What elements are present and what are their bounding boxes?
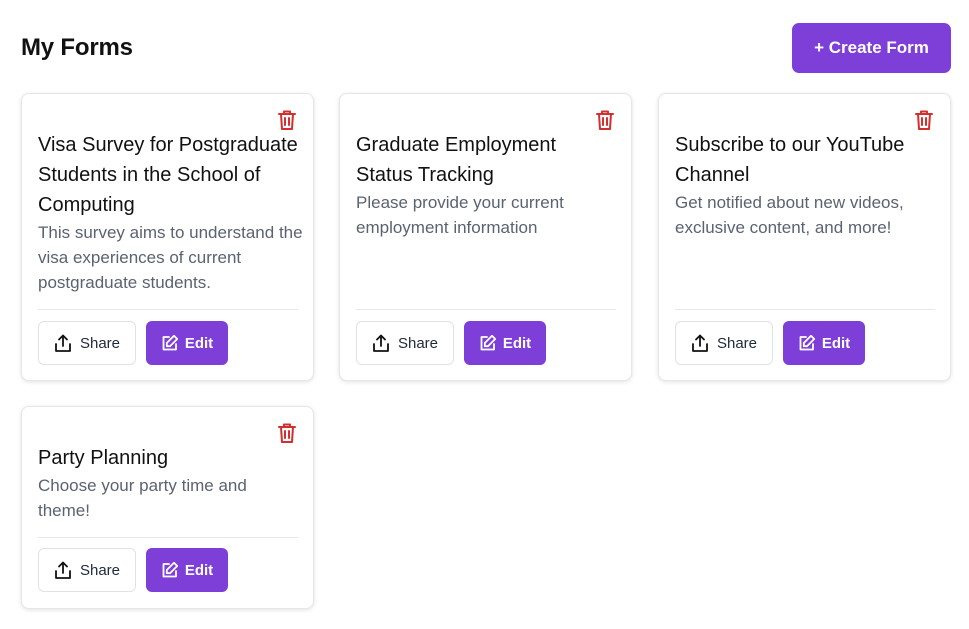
share-label: Share xyxy=(716,334,758,352)
share-button[interactable]: Share xyxy=(38,548,136,592)
share-button[interactable]: Share xyxy=(38,321,136,365)
share-icon xyxy=(691,334,709,353)
card-divider xyxy=(356,309,616,310)
form-card: Visa Survey for Postgraduate Students in… xyxy=(21,93,314,381)
edit-icon xyxy=(798,334,816,352)
edit-button[interactable]: Edit xyxy=(146,321,228,365)
edit-label: Edit xyxy=(184,561,214,579)
form-card: Subscribe to our YouTube Channel Get not… xyxy=(658,93,951,381)
trash-icon xyxy=(278,423,296,443)
share-label: Share xyxy=(397,334,439,352)
edit-button[interactable]: Edit xyxy=(783,321,865,365)
share-button[interactable]: Share xyxy=(356,321,454,365)
trash-icon xyxy=(596,110,614,130)
trash-icon xyxy=(278,110,296,130)
trash-icon xyxy=(915,110,933,130)
form-description: Get notified about new videos, exclusive… xyxy=(675,193,904,237)
form-description: Choose your party time and theme! xyxy=(38,476,247,520)
form-description: This survey aims to understand the visa … xyxy=(38,223,303,292)
edit-button[interactable]: Edit xyxy=(146,548,228,592)
form-title: Graduate Employment Status Tracking xyxy=(356,134,557,186)
form-title: Subscribe to our YouTube Channel xyxy=(675,134,905,186)
delete-button[interactable] xyxy=(277,109,297,131)
form-card: Party Planning Choose your party time an… xyxy=(21,406,314,609)
form-card: Graduate Employment Status Tracking Plea… xyxy=(339,93,632,381)
form-title: Party Planning xyxy=(38,447,169,469)
edit-button[interactable]: Edit xyxy=(464,321,546,365)
edit-icon xyxy=(161,561,179,579)
delete-button[interactable] xyxy=(595,109,615,131)
share-icon xyxy=(54,561,72,580)
form-title: Visa Survey for Postgraduate Students in… xyxy=(38,134,298,216)
edit-label: Edit xyxy=(184,334,214,352)
card-divider xyxy=(38,537,298,538)
share-label: Share xyxy=(79,561,121,579)
card-divider xyxy=(675,309,935,310)
delete-button[interactable] xyxy=(914,109,934,131)
share-icon xyxy=(54,334,72,353)
share-label: Share xyxy=(79,334,121,352)
page-title: My Forms xyxy=(21,34,133,61)
edit-label: Edit xyxy=(821,334,851,352)
edit-label: Edit xyxy=(502,334,532,352)
edit-icon xyxy=(161,334,179,352)
share-icon xyxy=(372,334,390,353)
share-button[interactable]: Share xyxy=(675,321,773,365)
form-description: Please provide your current employment i… xyxy=(356,193,564,237)
edit-icon xyxy=(479,334,497,352)
create-form-button[interactable]: + Create Form xyxy=(792,23,951,73)
delete-button[interactable] xyxy=(277,422,297,444)
card-divider xyxy=(38,309,298,310)
